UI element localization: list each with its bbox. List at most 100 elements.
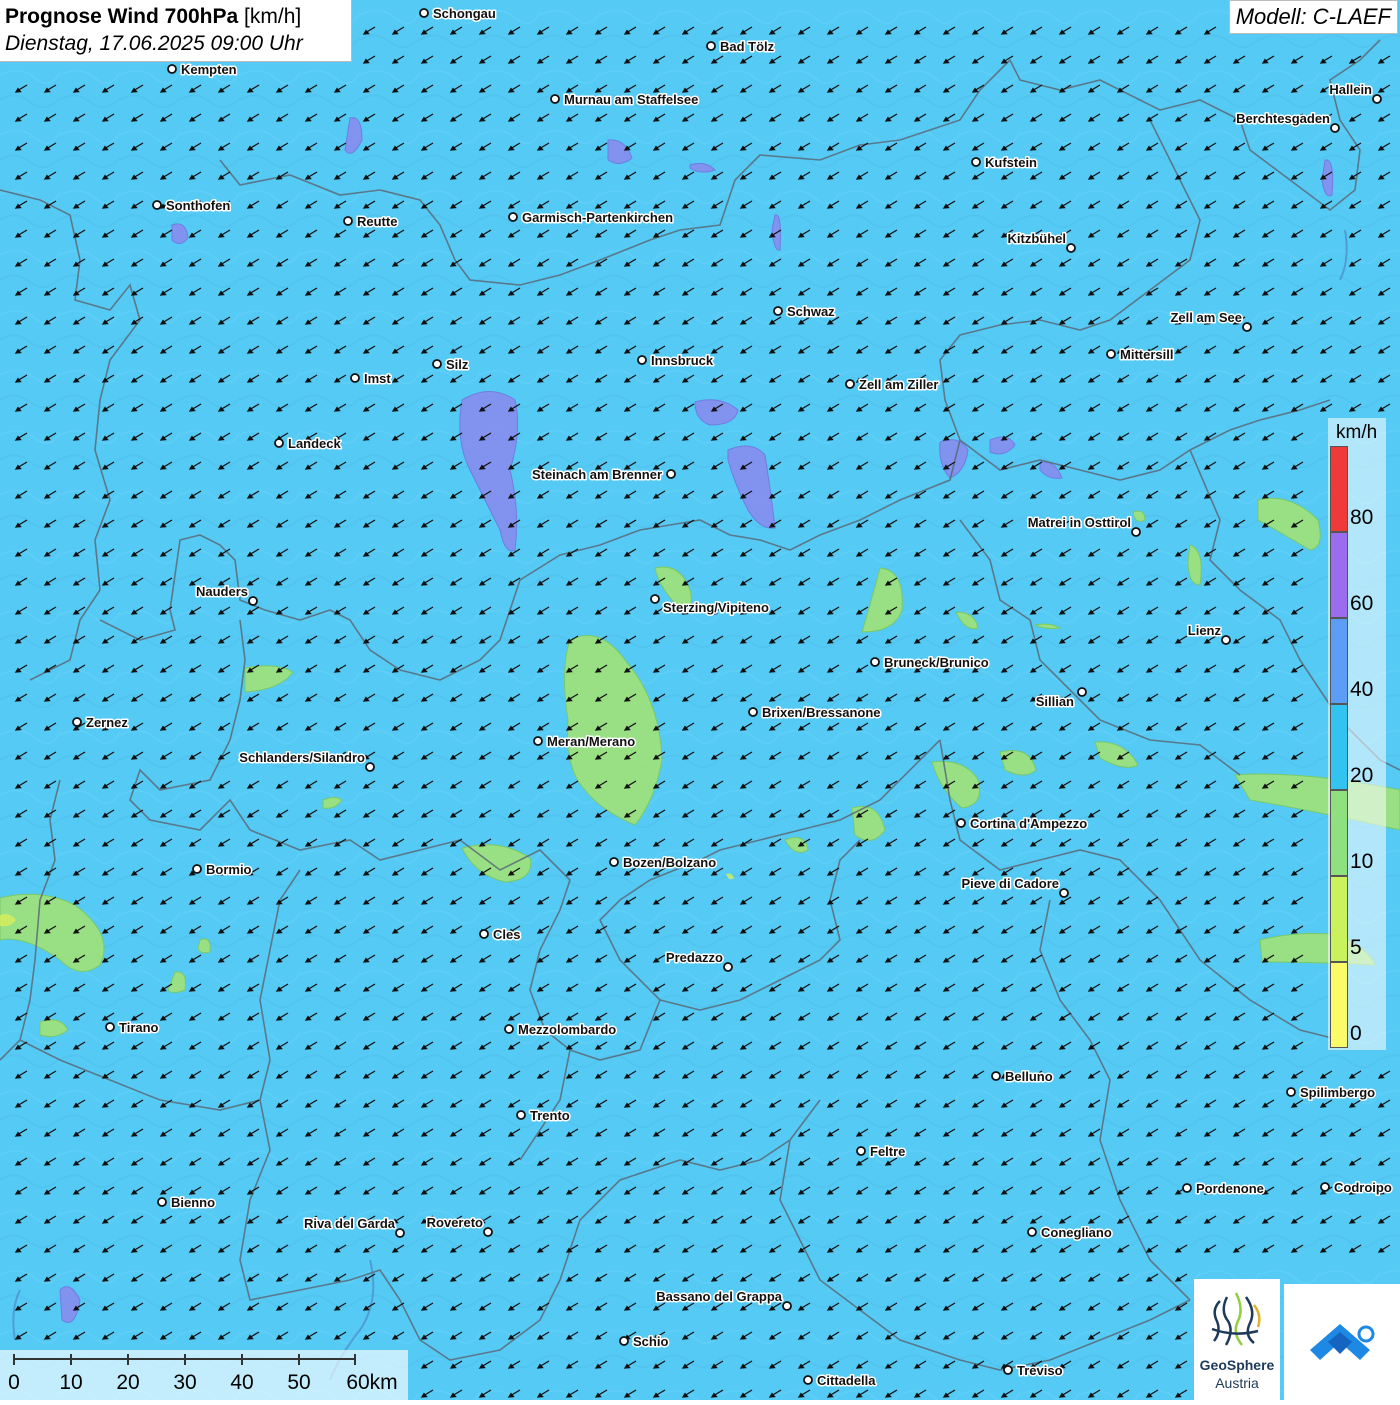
city-label: Kempten [181,62,237,77]
city-label: Garmisch-Partenkirchen [522,210,673,225]
wind-map: Schongau Bad Tölz Kempten Murnau am Staffel… [0,0,1400,1400]
city-label: Kufstein [985,155,1037,170]
title-panel: Prognose Wind 700hPa [km/h] Dienstag, 17… [0,0,352,62]
city-dot-icon [1286,1087,1296,1097]
city-dot-icon [432,359,442,369]
legend-swatch-5 [1330,876,1348,962]
city-label: Steinach am Brenner [532,467,662,482]
city-label: Reutte [357,214,397,229]
city-garmisch-partenkirchen: Garmisch-Partenkirchen [508,209,675,227]
city-dot-icon [419,8,429,18]
city-label: Zell am See [1170,310,1242,325]
scale-label-50: 50 [287,1371,311,1394]
city-murnau-am-staffelsee: Murnau am Staffelsee [550,91,700,109]
logo-subtitle: Austria [1215,1375,1259,1391]
city-label: Nauders [196,584,248,599]
city-steinach-am-brenner: Steinach am Brenner [530,466,676,484]
city-spilimbergo: Spilimbergo [1286,1084,1377,1102]
scale-label-60km: 60km [346,1371,398,1394]
city-meran-merano: Meran/Merano [533,733,637,751]
legend-swatch-1 [1330,532,1348,618]
city-dot-icon [803,1375,813,1385]
city-dot-icon [274,438,284,448]
city-dot-icon [1066,243,1076,253]
city-label: Sterzing/Vipiteno [663,600,769,615]
city-label: Spilimbergo [1300,1085,1375,1100]
city-dot-icon [350,373,360,383]
legend-unit: km/h [1336,422,1378,443]
city-dot-icon [1106,349,1116,359]
city-dot-icon [1027,1227,1037,1237]
scale-label-30: 30 [173,1371,197,1394]
city-label: Trento [530,1108,570,1123]
city-dot-icon [748,707,758,717]
geosphere-logo[interactable]: GeoSphere Austria [1194,1279,1280,1400]
scale-bar: 0 10 20 30 40 50 60km [0,1350,408,1400]
city-dot-icon [856,1146,866,1156]
city-dot-icon [845,379,855,389]
city-dot-icon [666,469,676,479]
city-dot-icon [1077,687,1087,697]
city-label: Bormio [206,862,252,877]
city-conegliano: Conegliano [1027,1224,1113,1242]
city-dot-icon [971,157,981,167]
city-dot-icon [1330,123,1340,133]
city-label: Feltre [870,1144,905,1159]
city-dot-icon [1131,527,1141,537]
city-label: Cittadella [817,1373,876,1388]
logo-name: GeoSphere [1199,1357,1275,1373]
title-main: Prognose Wind 700hPa [5,5,239,28]
city-label: Schwaz [787,304,835,319]
map-title: Prognose Wind 700hPa [km/h] [5,3,346,31]
city-dot-icon [483,1227,493,1237]
city-dot-icon [248,596,258,606]
city-label: Schio [633,1334,668,1349]
city-label: Bad Tölz [720,39,775,54]
city-label: Lienz [1188,623,1222,638]
city-dot-icon [550,94,560,104]
city-dot-icon [365,762,375,772]
partner-logo[interactable] [1284,1284,1400,1400]
city-dot-icon [637,355,647,365]
city-label: Kitzbühel [1008,231,1067,246]
legend-swatch-2 [1330,618,1348,704]
city-dot-icon [157,1197,167,1207]
legend-label-0: 0 [1350,1022,1362,1045]
city-label: Zernez [86,715,128,730]
city-dot-icon [395,1228,405,1238]
city-dot-icon [1182,1183,1192,1193]
city-dot-icon [152,200,162,210]
city-label: Schlanders/Silandro [239,750,365,765]
city-label: Zell am Ziller [859,377,938,392]
city-label: Tirano [119,1020,159,1035]
city-dot-icon [956,818,966,828]
scale-label-20: 20 [116,1371,140,1394]
city-dot-icon [870,657,880,667]
city-dot-icon [723,962,733,972]
city-label: Codroipo [1334,1180,1392,1195]
city-label: Conegliano [1041,1225,1112,1240]
legend-label-40: 40 [1350,678,1374,701]
legend-swatch-6 [1330,962,1348,1048]
city-dot-icon [504,1024,514,1034]
city-label: Mezzolombardo [518,1022,616,1037]
city-label: Brixen/Bressanone [762,705,881,720]
city-dot-icon [650,594,660,604]
city-label: Bozen/Bolzano [623,855,716,870]
scale-label-10: 10 [59,1371,83,1394]
city-label: Mittersill [1120,347,1173,362]
title-unit: [km/h] [244,5,302,28]
city-dot-icon [479,929,489,939]
city-dot-icon [1003,1365,1013,1375]
city-label: Bassano del Grappa [656,1289,782,1304]
city-mezzolombardo: Mezzolombardo [504,1021,618,1039]
city-label: Imst [364,371,391,386]
color-legend: km/h 80 60 40 20 10 5 0 [1328,418,1386,1050]
city-dot-icon [782,1301,792,1311]
legend-label-10: 10 [1350,850,1374,873]
city-label: Innsbruck [651,353,714,368]
city-dot-icon [72,717,82,727]
city-label: Cles [493,927,520,942]
city-dot-icon [516,1110,526,1120]
city-label: Silz [446,357,469,372]
